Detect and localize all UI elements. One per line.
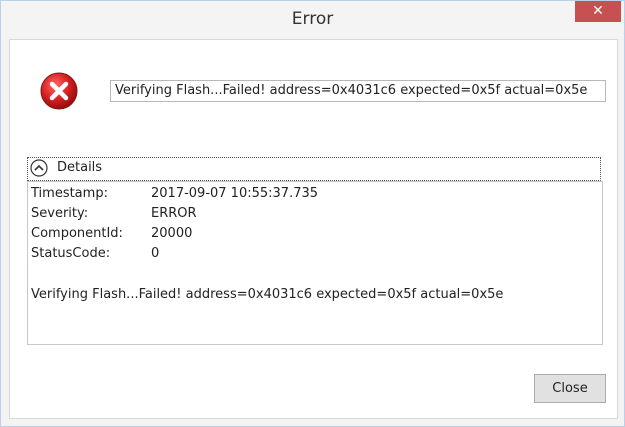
error-icon xyxy=(40,72,78,110)
detail-value: 0 xyxy=(151,246,160,261)
detail-key: StatusCode: xyxy=(31,246,111,261)
window-close-button[interactable]: ✕ xyxy=(575,1,621,22)
details-expander[interactable]: Details xyxy=(27,157,601,181)
details-full-message: Verifying Flash...Failed! address=0x4031… xyxy=(31,287,504,302)
detail-value: 2017-09-07 10:55:37.735 xyxy=(151,186,319,201)
error-message-field[interactable]: Verifying Flash...Failed! address=0x4031… xyxy=(110,80,606,102)
detail-value: ERROR xyxy=(151,206,197,221)
title-bar: Error ✕ xyxy=(1,1,624,39)
window-title: Error xyxy=(291,9,334,29)
chevron-up-icon[interactable] xyxy=(30,159,48,177)
error-dialog: Error ✕ Verifying Flash...Failed! addres… xyxy=(0,0,625,427)
details-label: Details xyxy=(57,160,103,175)
close-button[interactable]: Close xyxy=(534,374,606,403)
detail-value: 20000 xyxy=(151,226,193,241)
detail-key: ComponentId: xyxy=(31,226,123,241)
dialog-content: Verifying Flash...Failed! address=0x4031… xyxy=(9,39,618,419)
detail-key: Timestamp: xyxy=(31,186,108,201)
detail-key: Severity: xyxy=(31,206,89,221)
details-panel: Timestamp: 2017-09-07 10:55:37.735 Sever… xyxy=(27,181,603,345)
